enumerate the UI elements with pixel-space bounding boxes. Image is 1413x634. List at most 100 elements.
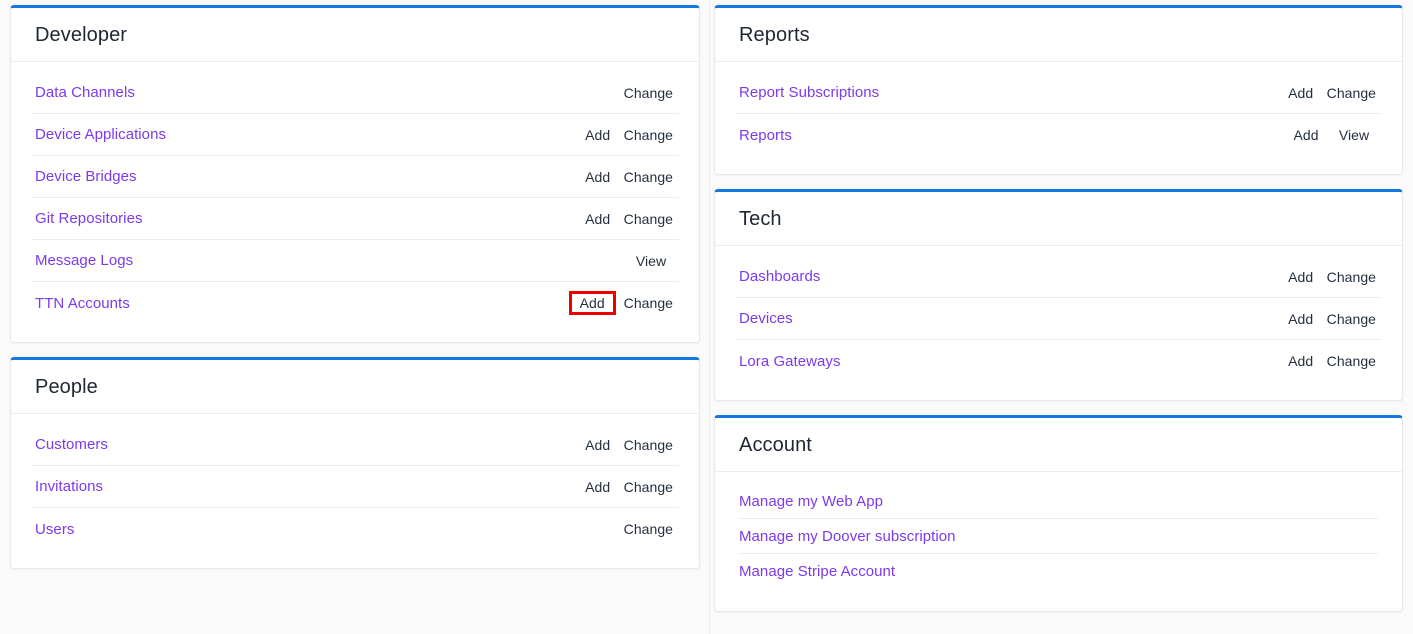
account-link-manage-web-app[interactable]: Manage my Web App bbox=[739, 493, 1378, 510]
add-link-device-applications[interactable]: Add bbox=[583, 126, 612, 144]
model-row-device-applications: Device Applications Add Change bbox=[31, 114, 679, 156]
model-actions: Add Change bbox=[567, 168, 675, 186]
change-link-device-bridges[interactable]: Change bbox=[622, 168, 675, 186]
change-link-device-applications[interactable]: Change bbox=[622, 126, 675, 144]
model-link-dashboards[interactable]: Dashboards bbox=[739, 268, 1270, 285]
model-row-device-bridges: Device Bridges Add Change bbox=[31, 156, 679, 198]
add-slot: Add bbox=[574, 478, 622, 496]
change-link-git-repositories[interactable]: Change bbox=[622, 210, 675, 228]
view-slot: View bbox=[1330, 126, 1378, 144]
model-row-data-channels: Data Channels Change bbox=[31, 72, 679, 114]
model-row-ttn-accounts: TTN Accounts Add Change bbox=[31, 282, 679, 324]
change-link-devices[interactable]: Change bbox=[1325, 310, 1378, 328]
model-link-ttn-accounts[interactable]: TTN Accounts bbox=[35, 295, 567, 312]
model-actions: Add View bbox=[1270, 126, 1378, 144]
change-slot: Change bbox=[1325, 84, 1378, 102]
add-slot-highlighted[interactable]: Add bbox=[568, 291, 616, 315]
model-actions: View bbox=[567, 252, 675, 270]
model-actions: Change bbox=[567, 520, 675, 538]
add-link-ttn-accounts[interactable]: Add bbox=[578, 294, 607, 312]
model-row-git-repositories: Git Repositories Add Change bbox=[31, 198, 679, 240]
add-link-lora-gateways[interactable]: Add bbox=[1286, 352, 1315, 370]
add-slot: Add bbox=[1277, 84, 1325, 102]
model-link-git-repositories[interactable]: Git Repositories bbox=[35, 210, 567, 227]
model-link-lora-gateways[interactable]: Lora Gateways bbox=[739, 353, 1270, 370]
model-link-message-logs[interactable]: Message Logs bbox=[35, 252, 567, 269]
change-slot: Change bbox=[1325, 352, 1378, 370]
card-body-developer: Data Channels Change Device Applications bbox=[11, 62, 699, 342]
add-slot: Add bbox=[574, 126, 622, 144]
model-link-device-applications[interactable]: Device Applications bbox=[35, 126, 567, 143]
model-link-reports[interactable]: Reports bbox=[739, 127, 1270, 144]
add-link-report-subscriptions[interactable]: Add bbox=[1286, 84, 1315, 102]
add-slot bbox=[579, 260, 627, 262]
model-actions: Add Change bbox=[1270, 310, 1378, 328]
card-header-account: Account bbox=[715, 418, 1402, 472]
card-header-people: People bbox=[11, 360, 699, 414]
change-slot: Change bbox=[1325, 268, 1378, 286]
add-slot bbox=[574, 92, 622, 94]
change-link-ttn-accounts[interactable]: Change bbox=[622, 294, 675, 312]
add-slot: Add bbox=[1282, 126, 1330, 144]
card-header-reports: Reports bbox=[715, 8, 1402, 62]
change-link-report-subscriptions[interactable]: Change bbox=[1325, 84, 1378, 102]
add-link-device-bridges[interactable]: Add bbox=[583, 168, 612, 186]
model-link-device-bridges[interactable]: Device Bridges bbox=[35, 168, 567, 185]
card-body-tech: Dashboards Add Change Devices Add Change… bbox=[715, 246, 1402, 400]
change-slot: Change bbox=[622, 436, 675, 454]
card-account: Account Manage my Web App Manage my Doov… bbox=[714, 415, 1403, 612]
left-column: Developer Data Channels Change Device Ap… bbox=[0, 0, 709, 634]
card-people: People Customers Add Change Invitations … bbox=[10, 357, 700, 569]
add-link-devices[interactable]: Add bbox=[1286, 310, 1315, 328]
model-actions: Add Change bbox=[567, 478, 675, 496]
add-link-invitations[interactable]: Add bbox=[583, 478, 612, 496]
card-tech: Tech Dashboards Add Change Devices Add C… bbox=[714, 189, 1403, 401]
view-link-message-logs[interactable]: View bbox=[634, 252, 668, 270]
model-link-report-subscriptions[interactable]: Report Subscriptions bbox=[739, 84, 1270, 101]
add-slot: Add bbox=[574, 436, 622, 454]
model-row-users: Users Change bbox=[31, 508, 679, 550]
model-actions: Add Change bbox=[1270, 84, 1378, 102]
change-slot: Change bbox=[622, 294, 675, 312]
add-link-reports[interactable]: Add bbox=[1291, 126, 1320, 144]
link-row-manage-web-app: Manage my Web App bbox=[739, 484, 1378, 519]
model-row-reports: Reports Add View bbox=[735, 114, 1382, 156]
change-slot: Change bbox=[622, 168, 675, 186]
model-link-customers[interactable]: Customers bbox=[35, 436, 567, 453]
account-link-manage-doover-subscription[interactable]: Manage my Doover subscription bbox=[739, 528, 1378, 545]
change-slot: Change bbox=[1325, 310, 1378, 328]
model-actions: Add Change bbox=[567, 436, 675, 454]
card-body-people: Customers Add Change Invitations Add Cha… bbox=[11, 414, 699, 568]
change-link-invitations[interactable]: Change bbox=[622, 478, 675, 496]
model-actions: Add Change bbox=[1270, 268, 1378, 286]
card-reports: Reports Report Subscriptions Add Change bbox=[714, 5, 1403, 175]
model-link-invitations[interactable]: Invitations bbox=[35, 478, 567, 495]
change-slot: Change bbox=[622, 210, 675, 228]
model-link-devices[interactable]: Devices bbox=[739, 310, 1270, 327]
add-link-dashboards[interactable]: Add bbox=[1286, 268, 1315, 286]
change-link-dashboards[interactable]: Change bbox=[1325, 268, 1378, 286]
change-slot: Change bbox=[622, 126, 675, 144]
change-link-users[interactable]: Change bbox=[622, 520, 675, 538]
account-link-manage-stripe-account[interactable]: Manage Stripe Account bbox=[739, 563, 1378, 580]
card-title-people: People bbox=[35, 375, 98, 398]
add-link-git-repositories[interactable]: Add bbox=[583, 210, 612, 228]
change-link-lora-gateways[interactable]: Change bbox=[1325, 352, 1378, 370]
link-row-manage-doover-subscription: Manage my Doover subscription bbox=[739, 519, 1378, 554]
model-actions: Add Change bbox=[567, 210, 675, 228]
add-link-customers[interactable]: Add bbox=[583, 436, 612, 454]
admin-index-page: Developer Data Channels Change Device Ap… bbox=[0, 0, 1413, 634]
add-slot: Add bbox=[574, 168, 622, 186]
change-link-data-channels[interactable]: Change bbox=[622, 84, 675, 102]
view-link-reports[interactable]: View bbox=[1337, 126, 1371, 144]
model-row-lora-gateways: Lora Gateways Add Change bbox=[735, 340, 1382, 382]
card-title-reports: Reports bbox=[739, 23, 810, 46]
model-link-users[interactable]: Users bbox=[35, 521, 567, 538]
change-link-customers[interactable]: Change bbox=[622, 436, 675, 454]
model-actions: Add Change bbox=[1270, 352, 1378, 370]
card-body-reports: Report Subscriptions Add Change Reports bbox=[715, 62, 1402, 174]
model-actions: Change bbox=[567, 84, 675, 102]
model-link-data-channels[interactable]: Data Channels bbox=[35, 84, 567, 101]
change-slot: Change bbox=[622, 478, 675, 496]
card-title-account: Account bbox=[739, 433, 812, 456]
